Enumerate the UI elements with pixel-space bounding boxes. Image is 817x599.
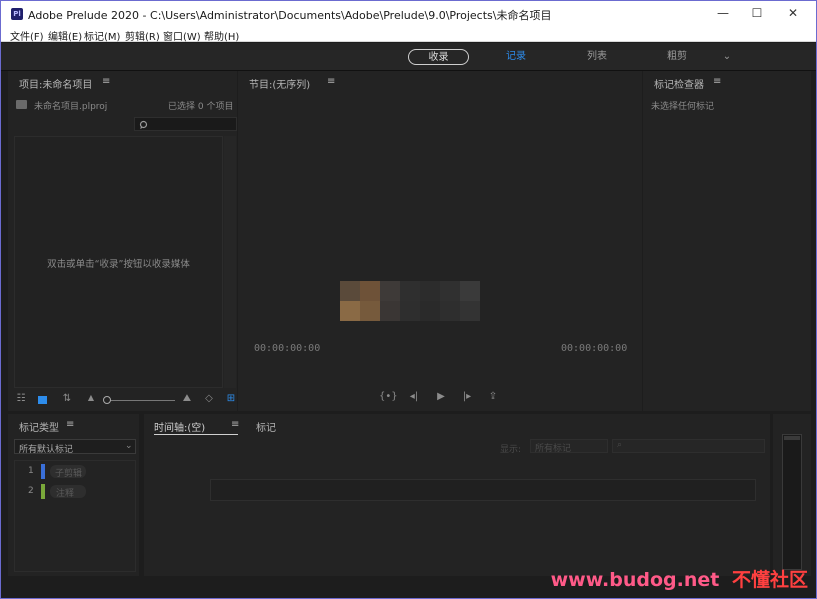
audio-level-meter [782, 434, 802, 570]
sort-order-icon[interactable]: ◇ [203, 393, 215, 404]
program-panel: 节目:(无序列) ≡ 00:00:00:00 00:00:00:00 {•} ◂… [238, 71, 642, 411]
chevron-down-icon: ⌄ [125, 441, 133, 451]
minimize-button[interactable]: — [705, 1, 741, 26]
show-label: 显示: [500, 445, 522, 455]
prelude-app-icon: Pl [11, 8, 23, 20]
timeline-panel: 时间轴:(空) ≡ 标记 显示: 所有标记 ⌕ [144, 414, 770, 576]
play-icon[interactable]: ▶ [434, 391, 448, 402]
menu-marker[interactable]: 标记(M) [84, 28, 120, 43]
current-timecode[interactable]: 00:00:00:00 [254, 343, 320, 354]
project-panel-title: 项目:未命名项目 [19, 80, 93, 91]
menu-bar: 文件(F) 编辑(E) 标记(M) 剪辑(R) 窗口(W) 帮助(H) [1, 26, 816, 43]
workspace-list[interactable]: 列表 [577, 49, 617, 65]
search-icon: ⌕ [617, 440, 623, 450]
show-filter-dropdown[interactable]: 所有标记 [530, 439, 608, 454]
duration-timecode: 00:00:00:00 [561, 343, 628, 354]
marker-inspector-status: 未选择任何标记 [651, 102, 715, 112]
active-tab-underline [154, 434, 238, 435]
marker-inspector-title: 标记检查器 [654, 80, 704, 91]
marker-filter-value: 所有默认标记 [19, 445, 74, 455]
zoom-out-icon[interactable]: ▲ [86, 393, 96, 402]
media-drop-area[interactable]: 双击或单击“收录”按钮以收录媒体 [14, 136, 223, 388]
workspace-log[interactable]: 记录 [496, 49, 536, 65]
project-scrollbar[interactable] [224, 136, 236, 388]
marker-inspector-menu-icon[interactable]: ≡ [713, 76, 721, 87]
marker-inspector-panel: 标记检查器 ≡ 未选择任何标记 [643, 71, 811, 411]
project-search-input[interactable] [134, 117, 237, 131]
empty-project-hint: 双击或单击“收录”按钮以收录媒体 [47, 259, 190, 270]
marker-filter-dropdown[interactable]: 所有默认标记 ⌄ [14, 439, 136, 455]
watermark-url: www.budog.net [550, 569, 720, 591]
icon-view-icon[interactable] [38, 396, 47, 404]
marker-type-list [14, 460, 136, 572]
step-forward-icon[interactable]: |▸ [460, 391, 474, 402]
menu-edit[interactable]: 编辑(E) [48, 28, 82, 43]
timeline-search-input[interactable]: ⌕ [612, 439, 765, 453]
window-title: Adobe Prelude 2020 - C:\Users\Administra… [28, 9, 552, 22]
zoom-in-icon[interactable]: ⛰ [180, 393, 194, 404]
zoom-slider-track[interactable] [105, 400, 175, 401]
tab-markers[interactable]: 标记 [256, 419, 276, 434]
audio-peak-indicator [784, 436, 800, 440]
menu-help[interactable]: 帮助(H) [204, 28, 239, 43]
menu-file[interactable]: 文件(F) [10, 28, 44, 43]
program-panel-menu-icon[interactable]: ≡ [327, 76, 335, 87]
selection-status: 已选择 0 个项目 [168, 102, 234, 112]
add-marker-icon[interactable]: {•} [379, 391, 398, 402]
folder-icon [16, 100, 27, 109]
step-back-icon[interactable]: ◂| [407, 391, 421, 402]
marker-type-panel: 标记类型 ≡ 所有默认标记 ⌄ 1 子剪辑 2 注释 [8, 414, 139, 576]
workspace-bar: 收录 记录 列表 粗剪 ⌄ [1, 43, 816, 71]
sort-icon[interactable]: ⇅ [60, 393, 74, 404]
program-panel-title: 节目:(无序列) [249, 80, 311, 91]
project-panel-menu-icon[interactable]: ≡ [102, 76, 110, 87]
workspace-rough-cut[interactable]: 粗剪 [657, 49, 697, 65]
watermark-name: 不懂社区 [731, 569, 808, 591]
marker-type-menu-icon[interactable]: ≡ [66, 419, 74, 430]
search-icon [139, 120, 148, 129]
project-panel: 项目:未命名项目 ≡ 未命名项目.plproj 已选择 0 个项目 双击或单击“… [8, 71, 237, 411]
audio-meter-panel [773, 414, 811, 576]
menu-clip[interactable]: 剪辑(R) [125, 28, 160, 43]
app-window: Pl Adobe Prelude 2020 - C:\Users\Adminis… [1, 1, 816, 598]
title-bar: Pl Adobe Prelude 2020 - C:\Users\Adminis… [1, 1, 816, 26]
workspace-more-chevron-icon[interactable]: ⌄ [717, 49, 737, 65]
new-bin-icon[interactable]: ⊞ [226, 393, 236, 404]
export-frame-icon[interactable]: ⇪ [486, 391, 500, 402]
close-button[interactable]: ✕ [775, 1, 811, 26]
marker-type-title: 标记类型 [19, 423, 59, 434]
workspace-ingest[interactable]: 收录 [408, 49, 469, 65]
maximize-button[interactable]: ☐ [739, 1, 775, 26]
site-watermark: www.budog.net 不懂社区 [551, 565, 808, 592]
timeline-track-area[interactable] [210, 479, 756, 501]
menu-window[interactable]: 窗口(W) [163, 28, 201, 43]
timeline-menu-icon[interactable]: ≡ [231, 419, 239, 430]
tab-timeline[interactable]: 时间轴:(空) [154, 419, 205, 434]
list-view-icon[interactable]: ☷ [14, 393, 28, 404]
blurred-thumbnail [340, 281, 480, 321]
show-filter-value: 所有标记 [535, 444, 572, 454]
project-file-name: 未命名项目.plproj [34, 102, 108, 112]
zoom-slider-handle[interactable] [103, 396, 111, 404]
